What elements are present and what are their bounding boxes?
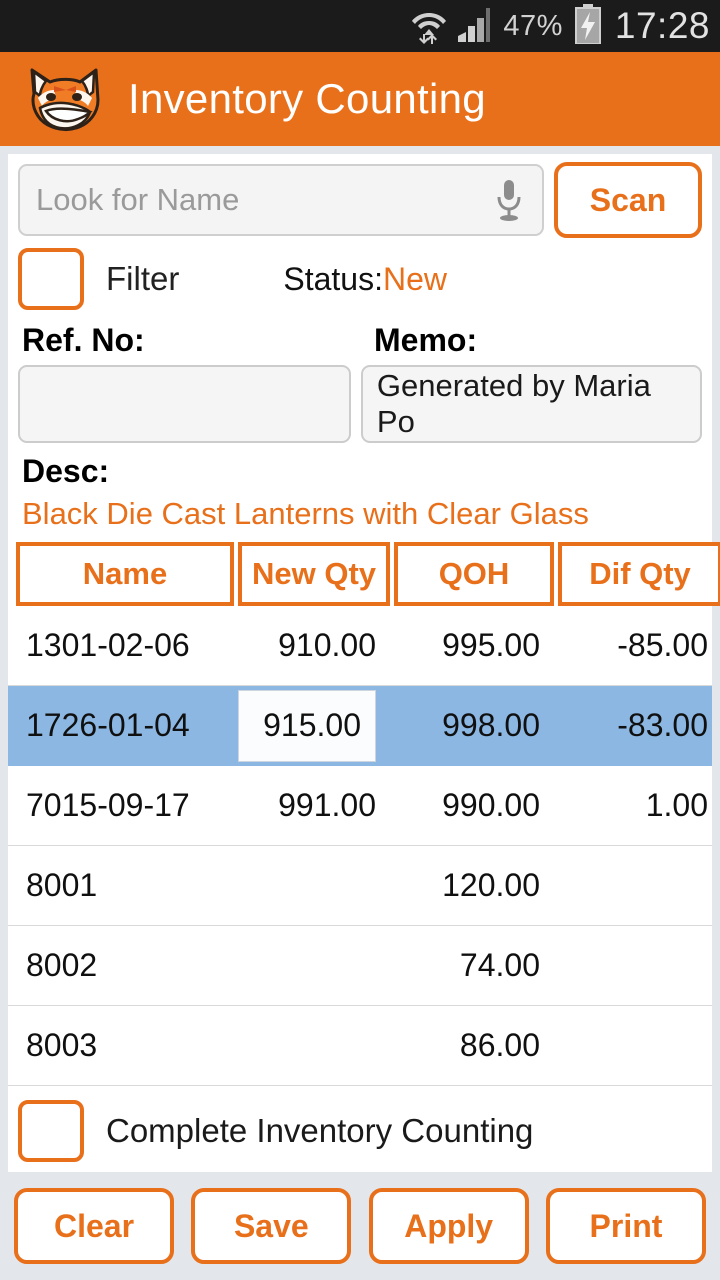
cell-name: 1726-01-04 (26, 707, 190, 743)
cell-qoh: 998.00 (442, 707, 540, 743)
desc-label: Desc: (22, 453, 110, 489)
complete-inventory-label: Complete Inventory Counting (106, 1112, 534, 1149)
battery-percent-label: 47% (503, 9, 563, 42)
cell-qoh: 990.00 (442, 787, 540, 823)
table-row[interactable]: 7015-09-17 991.00 990.00 1.00 (8, 766, 712, 846)
complete-row: Complete Inventory Counting (8, 1090, 712, 1172)
page-title: Inventory Counting (128, 75, 486, 122)
status-label: Status: (283, 260, 383, 297)
main-card: Scan Filter Status:New Ref. No: Memo: Ge… (8, 154, 720, 1172)
apply-button[interactable]: Apply (368, 1188, 529, 1264)
table-header-row: Name New Qty QOH Dif Qty (8, 542, 720, 606)
search-row: Scan (8, 154, 712, 238)
cell-new-qty[interactable] (238, 1006, 390, 1085)
cell-new-qty[interactable] (238, 846, 390, 925)
app-root: 47% 17:28 Inventory Counting Look for Na… (0, 0, 720, 1280)
ref-no-label: Ref. No: (22, 322, 145, 358)
fox-logo-icon (24, 64, 106, 134)
cell-qoh: 120.00 (442, 867, 540, 903)
action-button-bar: Clear Save Apply Print (0, 1172, 720, 1280)
column-header-dif-qty[interactable]: Dif Qty (558, 542, 720, 606)
status-value: New (382, 260, 447, 297)
cell-new-qty[interactable]: 991.00 (238, 766, 390, 845)
cell-name: 8002 (26, 947, 98, 983)
cell-dif-qty (558, 1006, 712, 1085)
table-body: 1301-02-06 910.00 995.00 -85.00 1726-01-04 91… (8, 606, 712, 1090)
search-input[interactable] (36, 182, 492, 218)
cell-qoh: 995.00 (442, 627, 540, 663)
cell-name: 7015-09-17 (26, 787, 190, 823)
cell-name: 1301-02-06 (26, 627, 190, 663)
scan-button[interactable]: Scan (554, 162, 702, 238)
new-qty-input[interactable]: 915.00 (238, 689, 376, 762)
status-display: Status:New (283, 261, 447, 298)
memo-input[interactable]: Generated by Maria Po (360, 365, 702, 443)
memo-label: Memo: (374, 322, 478, 358)
filter-checkbox[interactable] (18, 248, 84, 310)
cell-dif-qty: -83.00 (617, 707, 708, 743)
cell-new-qty[interactable]: 910.00 (238, 606, 390, 685)
status-bar-clock: 17:28 (614, 5, 710, 46)
cell-qoh: 74.00 (459, 947, 540, 983)
ref-memo-fields: Generated by Maria Po (8, 359, 712, 443)
status-bar: 47% 17:28 (0, 0, 720, 52)
print-button[interactable]: Print (545, 1188, 706, 1264)
cell-name: 8003 (26, 1027, 98, 1063)
battery-charging-icon (574, 3, 602, 49)
table-row[interactable]: 8002 74.00 (8, 926, 712, 1006)
wifi-icon (411, 4, 447, 49)
save-button[interactable]: Save (191, 1188, 352, 1264)
cell-dif-qty (558, 926, 712, 1005)
table-row[interactable]: 8003 86.00 (8, 1006, 712, 1086)
column-header-name[interactable]: Name (16, 542, 234, 606)
cell-new-qty-editor[interactable]: 915.00 (238, 686, 390, 765)
ref-no-input[interactable] (18, 365, 351, 443)
filter-label: Filter (106, 260, 180, 297)
content-area: Scan Filter Status:New Ref. No: Memo: Ge… (0, 146, 720, 1172)
column-header-qoh[interactable]: QOH (394, 542, 554, 606)
cell-dif-qty (558, 846, 712, 925)
table-row[interactable]: 8001 120.00 (8, 846, 712, 926)
app-bar: Inventory Counting (0, 52, 720, 146)
filter-row: Filter Status:New (8, 238, 712, 310)
cell-qoh: 86.00 (459, 1027, 540, 1063)
table-row[interactable]: 1726-01-04 915.00 998.00 -83.00 (8, 686, 712, 766)
complete-inventory-checkbox[interactable] (18, 1100, 84, 1162)
ref-memo-labels: Ref. No: Memo: (8, 310, 712, 359)
column-header-new-qty[interactable]: New Qty (238, 542, 390, 606)
desc-value: Black Die Cast Lanterns with Clear Glass (22, 496, 589, 531)
cell-dif-qty: 1.00 (645, 787, 708, 823)
cell-dif-qty: -85.00 (617, 627, 708, 663)
status-bar-icons: 47% (411, 3, 602, 49)
microphone-icon[interactable] (492, 177, 526, 223)
search-field[interactable] (18, 164, 544, 236)
cell-new-qty[interactable] (238, 926, 390, 1005)
cellular-signal-icon (458, 6, 491, 47)
cell-name: 8001 (26, 867, 98, 903)
clear-button[interactable]: Clear (14, 1188, 174, 1264)
table-row[interactable]: 1301-02-06 910.00 995.00 -85.00 (8, 606, 712, 686)
inventory-table: Name New Qty QOH Dif Qty 1301-02-06 910.0… (8, 542, 720, 1090)
